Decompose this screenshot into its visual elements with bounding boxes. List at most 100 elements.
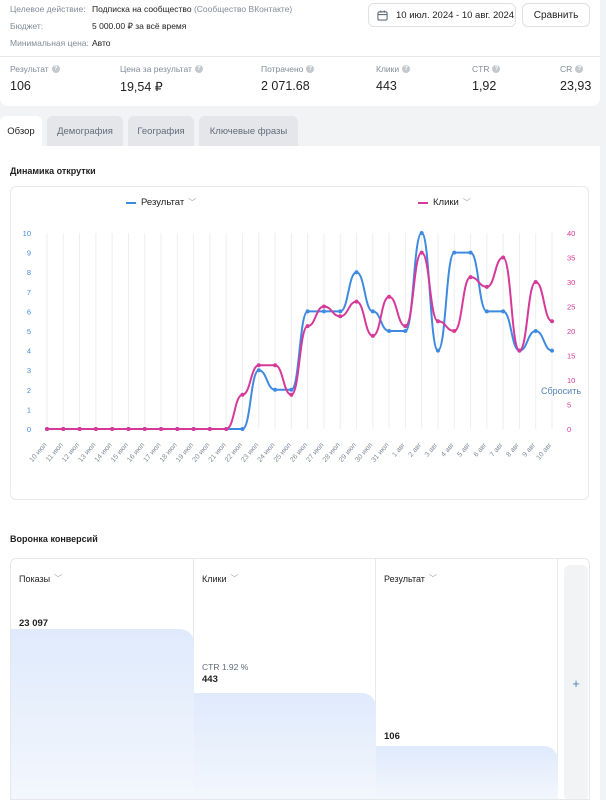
- stat-clicks: Клики? 443: [376, 64, 411, 93]
- tab-overview[interactable]: Обзор: [0, 116, 42, 146]
- y-right-tick-label: 20: [567, 327, 575, 336]
- data-point-clicks: [305, 324, 310, 329]
- funnel-col-clicks: Клики ﹀ CTR 1.92 % 443: [194, 559, 376, 799]
- data-point-clicks: [289, 392, 294, 397]
- tab-keywords[interactable]: Ключевые фразы: [199, 116, 298, 146]
- funnel-header-clicks[interactable]: Клики ﹀: [202, 573, 239, 584]
- data-point-result: [305, 309, 310, 314]
- data-point-clicks: [256, 363, 261, 368]
- help-icon[interactable]: ?: [575, 65, 584, 73]
- help-icon[interactable]: ?: [306, 65, 315, 73]
- y-left-tick-label: 2: [27, 386, 31, 395]
- y-right-tick-label: 5: [567, 401, 571, 410]
- min-price-label: Минимальная цена:: [10, 38, 89, 48]
- tab-geography[interactable]: География: [128, 116, 194, 146]
- plus-icon: +: [572, 675, 580, 691]
- x-tick-label: 31 июл: [371, 442, 391, 464]
- data-point-clicks: [207, 427, 212, 431]
- series-line-clicks: [46, 251, 553, 430]
- data-point-clicks: [110, 427, 115, 431]
- budget-value: 5 000.00 ₽ за всё время: [92, 21, 187, 31]
- data-point-result: [289, 387, 294, 392]
- help-icon[interactable]: ?: [51, 65, 60, 73]
- data-point-clicks: [159, 427, 164, 431]
- min-price-value: Авто: [92, 38, 111, 48]
- help-icon[interactable]: ?: [402, 65, 411, 73]
- y-left-tick-label: 10: [23, 229, 31, 238]
- data-point-result: [501, 309, 506, 314]
- budget-label: Бюджет:: [10, 21, 44, 31]
- stat-spent: Потрачено? 2 071.68: [261, 64, 315, 93]
- data-point-clicks: [517, 348, 522, 353]
- data-point-result: [533, 329, 538, 333]
- data-point-result: [256, 368, 261, 373]
- x-tick-label: 10 авг: [535, 441, 553, 461]
- funnel-header-impressions[interactable]: Показы ﹀: [19, 573, 62, 584]
- funnel-value-impressions: 23 097: [19, 618, 49, 629]
- data-point-clicks: [77, 427, 82, 431]
- chevron-down-icon: ﹀: [428, 574, 437, 583]
- data-point-result: [419, 231, 424, 235]
- data-point-clicks: [175, 427, 180, 431]
- y-left-tick-label: 4: [27, 347, 31, 356]
- stat-spent-value: 2 071.68: [261, 79, 310, 93]
- data-point-clicks: [468, 275, 473, 280]
- y-left-tick-label: 5: [27, 327, 31, 336]
- help-icon[interactable]: ?: [194, 65, 203, 73]
- data-point-clicks: [419, 250, 424, 255]
- stat-cost-per-result: Цена за результат? 19,54 ₽: [120, 64, 203, 94]
- data-point-clicks: [93, 427, 98, 431]
- data-point-clicks: [224, 427, 229, 431]
- y-left-tick-label: 9: [27, 249, 31, 258]
- conversion-funnel: Показы ﹀ 23 097 Клики ﹀ CTR 1.92 % 443 Рез…: [10, 558, 590, 800]
- goal-extra: (Сообщество ВКонтакте): [193, 4, 293, 14]
- data-point-clicks: [45, 427, 49, 431]
- stat-ctr-label: CTR: [472, 64, 490, 74]
- data-point-clicks: [240, 392, 245, 397]
- data-point-result: [338, 309, 343, 314]
- calendar-icon: [377, 9, 388, 21]
- y-right-tick-label: 25: [567, 303, 575, 312]
- add-funnel-step-button[interactable]: +: [564, 565, 588, 799]
- series-line-result: [46, 232, 553, 430]
- stat-ctr: CTR? 1,92: [472, 64, 501, 93]
- x-tick-label: 4 авг: [440, 441, 456, 458]
- y-right-tick-label: 30: [567, 278, 575, 287]
- data-point-clicks: [370, 333, 375, 338]
- min-price-row: Минимальная цена: Авто: [10, 38, 111, 48]
- delivery-chart: Результат ﹀ Клики ﹀ 0 1 2 3 4 5 6 7 8 9 10 0 5 10 15 20…: [10, 186, 589, 500]
- compare-button[interactable]: Сравнить: [522, 3, 590, 27]
- data-point-clicks: [387, 294, 392, 299]
- y-left-tick-label: 6: [27, 307, 31, 316]
- data-point-clicks: [126, 427, 131, 431]
- stat-cost-value: 19,54 ₽: [120, 80, 163, 94]
- goal-row: Целевое действие: Подписка на сообщество…: [10, 4, 292, 14]
- funnel-header-result[interactable]: Результат ﹀: [384, 573, 437, 584]
- stat-clicks-label: Клики: [376, 64, 400, 74]
- date-range-picker[interactable]: 10 июл. 2024 - 10 авг. 2024: [368, 3, 516, 27]
- chevron-down-icon: ﹀: [54, 574, 63, 583]
- funnel-value-clicks: 443: [202, 674, 218, 685]
- stat-cr: CR? 23,93: [560, 64, 591, 93]
- data-point-clicks: [321, 304, 326, 309]
- funnel-value-result: 106: [384, 731, 400, 742]
- x-tick-label: 7 авг: [489, 441, 505, 458]
- line-chart-plot: 012345678910051015202530354010 июл11 июл…: [23, 229, 576, 464]
- y-left-tick-label: 1: [27, 405, 31, 414]
- reset-funnel-link[interactable]: Сбросить: [541, 386, 581, 396]
- help-icon[interactable]: ?: [492, 65, 501, 73]
- chart-section-title: Динамика открутки: [10, 166, 96, 176]
- funnel-col-result: Результат ﹀ 106: [376, 559, 558, 799]
- x-tick-label: 5 авг: [456, 441, 472, 458]
- data-point-clicks: [142, 427, 147, 431]
- data-point-clicks: [435, 319, 440, 324]
- tab-demography[interactable]: Демография: [47, 116, 123, 146]
- data-point-clicks: [338, 314, 343, 319]
- stat-cr-label: CR: [560, 64, 573, 74]
- x-tick-label: 2 авг: [408, 441, 424, 458]
- data-point-clicks: [533, 280, 538, 284]
- x-tick-label: 3 авг: [424, 441, 440, 458]
- goal-label: Целевое действие:: [10, 4, 86, 14]
- x-tick-label: 1 авг: [391, 441, 407, 458]
- data-point-result: [452, 250, 457, 255]
